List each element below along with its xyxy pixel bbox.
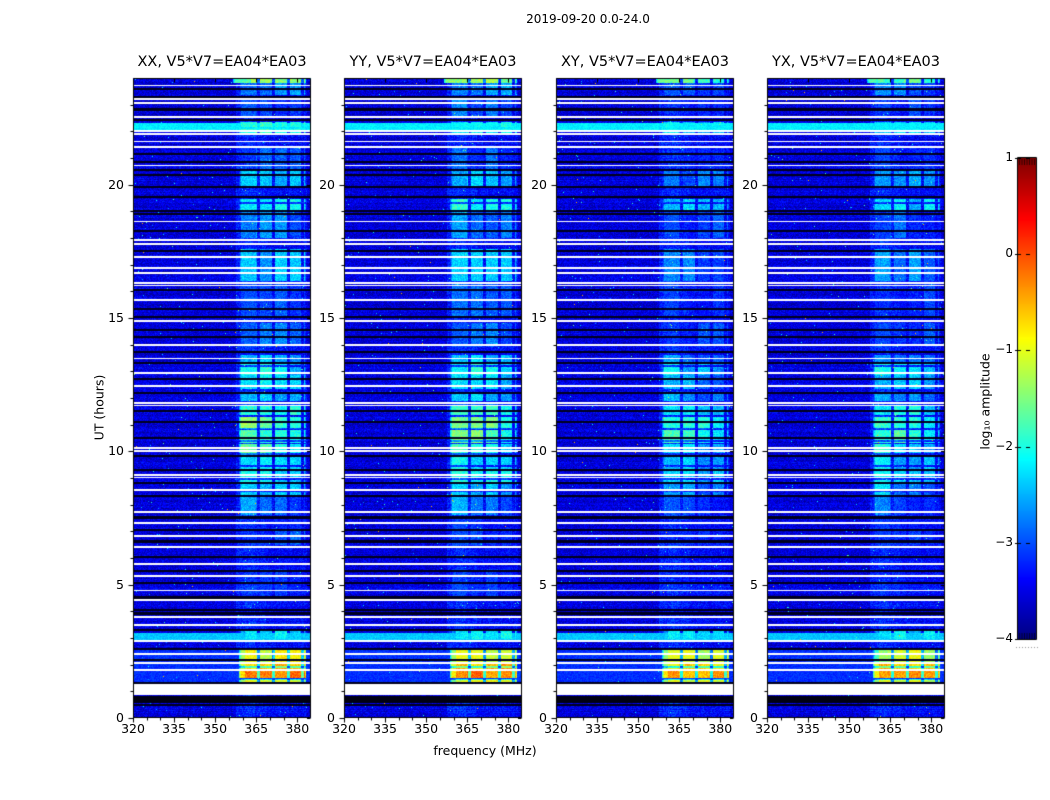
x-tick-label: 350 — [626, 721, 651, 736]
colorbar-tick-label: 1 — [1005, 150, 1013, 164]
y-tick-label: 0 — [539, 710, 547, 725]
x-tick-label: 365 — [667, 721, 692, 736]
x-tick-label: 335 — [162, 721, 186, 736]
panel-title: YX, V5*V7=EA04*EA03 — [771, 54, 940, 70]
figure-title: 2019-09-20 0.0-24.0 — [526, 12, 650, 26]
y-tick-label: 20 — [742, 176, 758, 192]
y-tick-label: 5 — [116, 576, 124, 592]
x-tick-label: 350 — [414, 721, 439, 736]
x-axis-label: frequency (MHz) — [433, 743, 537, 758]
y-tick-label: 0 — [116, 710, 124, 725]
y-tick-label: 10 — [319, 443, 335, 459]
colorbar-tick-label: −4 — [995, 631, 1013, 645]
panel-title: XY, V5*V7=EA04*EA03 — [560, 54, 729, 70]
y-tick-label: 5 — [539, 576, 547, 592]
spectrogram-figure: XX, V5*V7=EA04*EA03 320 335 350 365 380 0 5 10 15… — [0, 0, 1050, 800]
y-tick-label: 15 — [319, 310, 335, 325]
panel-title: XX, V5*V7=EA04*EA03 — [137, 54, 307, 70]
panel-title: YY, V5*V7=EA04*EA03 — [349, 54, 517, 70]
y-tick-label: 20 — [531, 176, 547, 192]
y-tick-label: 5 — [327, 576, 335, 592]
x-tick-label: 350 — [837, 721, 862, 736]
x-tick-label: 380 — [919, 721, 944, 736]
y-tick-label: 20 — [108, 176, 124, 192]
x-tick-label: 335 — [585, 721, 609, 736]
y-tick-label: 0 — [327, 710, 335, 725]
x-tick-label: 350 — [203, 721, 228, 736]
colorbar-label: log₁₀ amplitude — [977, 353, 993, 450]
x-tick-label: 365 — [878, 721, 903, 736]
y-tick-label: 20 — [319, 176, 335, 192]
y-tick-label: 10 — [531, 443, 547, 459]
x-tick-label: 365 — [455, 721, 480, 736]
x-tick-label: 365 — [244, 721, 269, 736]
y-tick-label: 15 — [108, 310, 124, 325]
y-tick-label: 10 — [742, 443, 758, 459]
y-tick-label: 5 — [750, 576, 758, 592]
spectrogram-canvas — [0, 0, 1050, 800]
x-tick-label: 335 — [373, 721, 397, 736]
colorbar-tick-label: 0 — [1005, 246, 1013, 261]
y-tick-label: 15 — [531, 310, 547, 325]
y-tick-label: 15 — [742, 310, 758, 325]
colorbar-tick-label: −3 — [995, 534, 1013, 549]
y-tick-label: 0 — [750, 710, 758, 725]
x-tick-label: 335 — [796, 721, 820, 736]
y-axis-label: UT (hours) — [91, 374, 107, 441]
